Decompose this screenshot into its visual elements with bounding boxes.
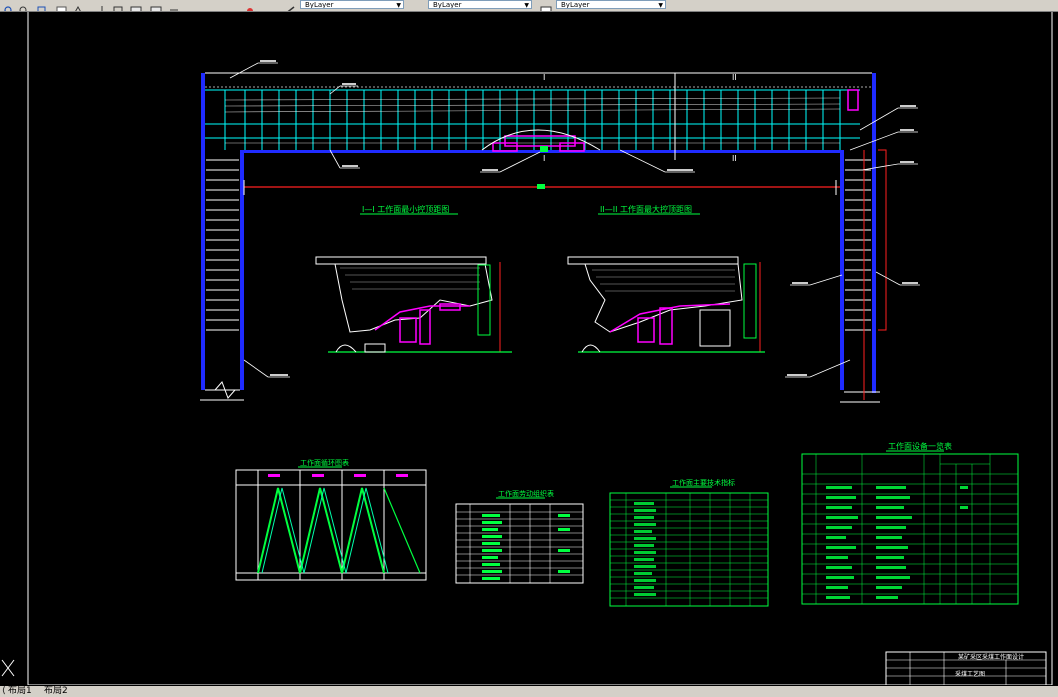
equipment-table-title: 工作面设备一览表 [888, 441, 952, 451]
section-mark-top-right: II [732, 73, 737, 82]
title-block-drawing: 采煤工艺图 [955, 670, 985, 678]
labor-table-title: 工作面劳动组织表 [498, 489, 554, 498]
section-mark-bottom-right: II [732, 154, 737, 163]
tab-layout1[interactable]: 布局1 [6, 686, 34, 697]
section-right-title: II—II 工作面最大控顶距图 [600, 204, 692, 214]
design-center-icon[interactable] [96, 0, 108, 11]
section-left-title: I—I 工作面最小控顶距图 [362, 204, 449, 214]
properties-icon[interactable] [56, 0, 68, 11]
sheet-set-icon[interactable] [130, 0, 142, 11]
tool-palette-icon[interactable] [112, 0, 124, 11]
lineweight-combo[interactable]: ByLayer ▼ [556, 0, 666, 9]
markup-icon[interactable] [150, 0, 162, 11]
layer-combo-value: ByLayer [305, 1, 334, 9]
tech-table-title: 工作面主要技术指标 [672, 478, 735, 487]
pan-icon[interactable] [72, 0, 84, 11]
refresh-icon[interactable] [2, 0, 14, 11]
layout-tabs-bar: ⟨ 布局1 布局2 [0, 686, 1058, 697]
help-icon[interactable] [244, 0, 256, 11]
linetype-combo[interactable]: ByLayer ▼ [428, 0, 532, 9]
linetype-combo-value: ByLayer [433, 1, 462, 9]
plot-style-icon[interactable] [540, 0, 552, 11]
layer-state-icon[interactable] [284, 0, 296, 11]
calculator-icon[interactable] [168, 0, 180, 11]
section-mark-bottom-left: I [543, 154, 545, 163]
zoom-previous-icon[interactable] [36, 0, 48, 11]
section-mark-top-left: I [543, 73, 545, 82]
cycle-chart-title: 工作面循环图表 [300, 458, 349, 467]
zoom-window-icon[interactable] [18, 0, 30, 11]
chevron-down-icon: ▼ [396, 2, 401, 9]
layer-combo[interactable]: ByLayer ▼ [300, 0, 404, 9]
lineweight-combo-value: ByLayer [561, 1, 590, 9]
chevron-down-icon: ▼ [658, 2, 663, 9]
cad-toolbar: ByLayer ▼ ByLayer ▼ ByLayer ▼ [0, 0, 1058, 12]
drawing-canvas[interactable]: I II I II I—I 工作面最小控顶距图 II—II 工作面最大控顶距图 … [0, 12, 1058, 686]
chevron-down-icon: ▼ [524, 2, 529, 9]
tab-layout2[interactable]: 布局2 [42, 686, 70, 697]
title-block-project: 某矿采区采煤工作面设计 [958, 653, 1024, 661]
